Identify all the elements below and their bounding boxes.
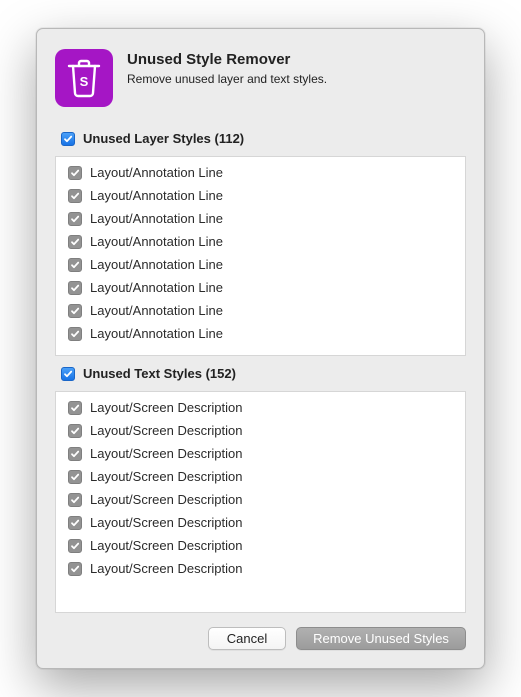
item-label: Layout/Annotation Line [90, 280, 223, 295]
list-item[interactable]: Layout/Screen Description [58, 396, 463, 419]
list-item[interactable]: Layout/Annotation Line [58, 253, 463, 276]
checkmark-icon [63, 134, 73, 144]
item-checkbox[interactable] [68, 470, 82, 484]
dialog-content: Unused Layer Styles (112) Layout/Annotat… [37, 115, 484, 613]
dialog-title: Unused Style Remover [127, 51, 466, 68]
checkmark-icon [70, 541, 80, 551]
item-label: Layout/Annotation Line [90, 257, 223, 272]
item-label: Layout/Screen Description [90, 446, 242, 461]
item-checkbox[interactable] [68, 493, 82, 507]
layer-styles-list-container: Layout/Annotation Line Layout/Annotation … [55, 156, 466, 356]
text-styles-list-container: Layout/Screen Description Layout/Screen D… [55, 391, 466, 613]
list-item[interactable]: Layout/Annotation Line [58, 184, 463, 207]
list-item[interactable]: Layout/Screen Description [58, 534, 463, 557]
item-label: Layout/Screen Description [90, 492, 242, 507]
list-item[interactable]: Layout/Annotation Line [58, 161, 463, 184]
checkmark-icon [70, 495, 80, 505]
checkmark-icon [70, 518, 80, 528]
list-item[interactable]: Layout/Annotation Line [58, 322, 463, 345]
dialog-subtitle: Remove unused layer and text styles. [127, 72, 466, 86]
list-item[interactable]: Layout/Screen Description [58, 511, 463, 534]
item-checkbox[interactable] [68, 562, 82, 576]
item-checkbox[interactable] [68, 304, 82, 318]
checkmark-icon [70, 260, 80, 270]
item-checkbox[interactable] [68, 401, 82, 415]
checkmark-icon [70, 403, 80, 413]
remove-button[interactable]: Remove Unused Styles [296, 627, 466, 650]
dialog-window: S Unused Style Remover Remove unused lay… [36, 28, 485, 669]
item-checkbox[interactable] [68, 258, 82, 272]
dialog-footer: Cancel Remove Unused Styles [37, 613, 484, 668]
item-checkbox[interactable] [68, 189, 82, 203]
layer-styles-checkbox[interactable] [61, 132, 75, 146]
item-checkbox[interactable] [68, 539, 82, 553]
text-styles-label: Unused Text Styles (152) [83, 366, 236, 381]
checkmark-icon [70, 472, 80, 482]
checkmark-icon [63, 369, 73, 379]
layer-styles-section: Unused Layer Styles (112) Layout/Annotat… [55, 121, 466, 356]
checkmark-icon [70, 191, 80, 201]
layer-styles-header[interactable]: Unused Layer Styles (112) [55, 121, 466, 156]
layer-styles-label: Unused Layer Styles (112) [83, 131, 244, 146]
layer-styles-list[interactable]: Layout/Annotation Line Layout/Annotation … [56, 157, 465, 355]
item-checkbox[interactable] [68, 424, 82, 438]
checkmark-icon [70, 168, 80, 178]
list-item[interactable]: Layout/Screen Description [58, 488, 463, 511]
checkmark-icon [70, 449, 80, 459]
list-item[interactable]: Layout/Annotation Line [58, 299, 463, 322]
checkmark-icon [70, 306, 80, 316]
checkmark-icon [70, 283, 80, 293]
item-label: Layout/Annotation Line [90, 303, 223, 318]
list-item[interactable]: Layout/Annotation Line [58, 276, 463, 299]
app-icon: S [55, 49, 113, 107]
list-item[interactable]: Layout/Screen Description [58, 557, 463, 580]
item-label: Layout/Screen Description [90, 469, 242, 484]
text-styles-header[interactable]: Unused Text Styles (152) [55, 356, 466, 391]
item-label: Layout/Annotation Line [90, 234, 223, 249]
item-label: Layout/Screen Description [90, 515, 242, 530]
item-label: Layout/Screen Description [90, 561, 242, 576]
text-styles-section: Unused Text Styles (152) Layout/Screen D… [55, 356, 466, 613]
list-item[interactable]: Layout/Annotation Line [58, 207, 463, 230]
list-item[interactable]: Layout/Screen Description [58, 419, 463, 442]
checkmark-icon [70, 329, 80, 339]
item-checkbox[interactable] [68, 516, 82, 530]
item-label: Layout/Screen Description [90, 423, 242, 438]
item-checkbox[interactable] [68, 212, 82, 226]
svg-text:S: S [80, 74, 89, 89]
item-label: Layout/Annotation Line [90, 165, 223, 180]
checkmark-icon [70, 426, 80, 436]
item-label: Layout/Screen Description [90, 538, 242, 553]
item-label: Layout/Screen Description [90, 400, 242, 415]
item-checkbox[interactable] [68, 281, 82, 295]
item-label: Layout/Annotation Line [90, 188, 223, 203]
item-checkbox[interactable] [68, 447, 82, 461]
item-label: Layout/Annotation Line [90, 211, 223, 226]
list-item[interactable]: Layout/Annotation Line [58, 230, 463, 253]
checkmark-icon [70, 214, 80, 224]
text-styles-list[interactable]: Layout/Screen Description Layout/Screen D… [56, 392, 465, 612]
item-checkbox[interactable] [68, 235, 82, 249]
list-item[interactable]: Layout/Screen Description [58, 465, 463, 488]
item-checkbox[interactable] [68, 327, 82, 341]
item-checkbox[interactable] [68, 166, 82, 180]
dialog-header: S Unused Style Remover Remove unused lay… [37, 29, 484, 115]
trash-icon: S [66, 58, 102, 98]
cancel-button[interactable]: Cancel [208, 627, 286, 650]
text-styles-checkbox[interactable] [61, 367, 75, 381]
item-label: Layout/Annotation Line [90, 326, 223, 341]
checkmark-icon [70, 237, 80, 247]
checkmark-icon [70, 564, 80, 574]
list-item[interactable]: Layout/Screen Description [58, 442, 463, 465]
header-text: Unused Style Remover Remove unused layer… [127, 49, 466, 107]
